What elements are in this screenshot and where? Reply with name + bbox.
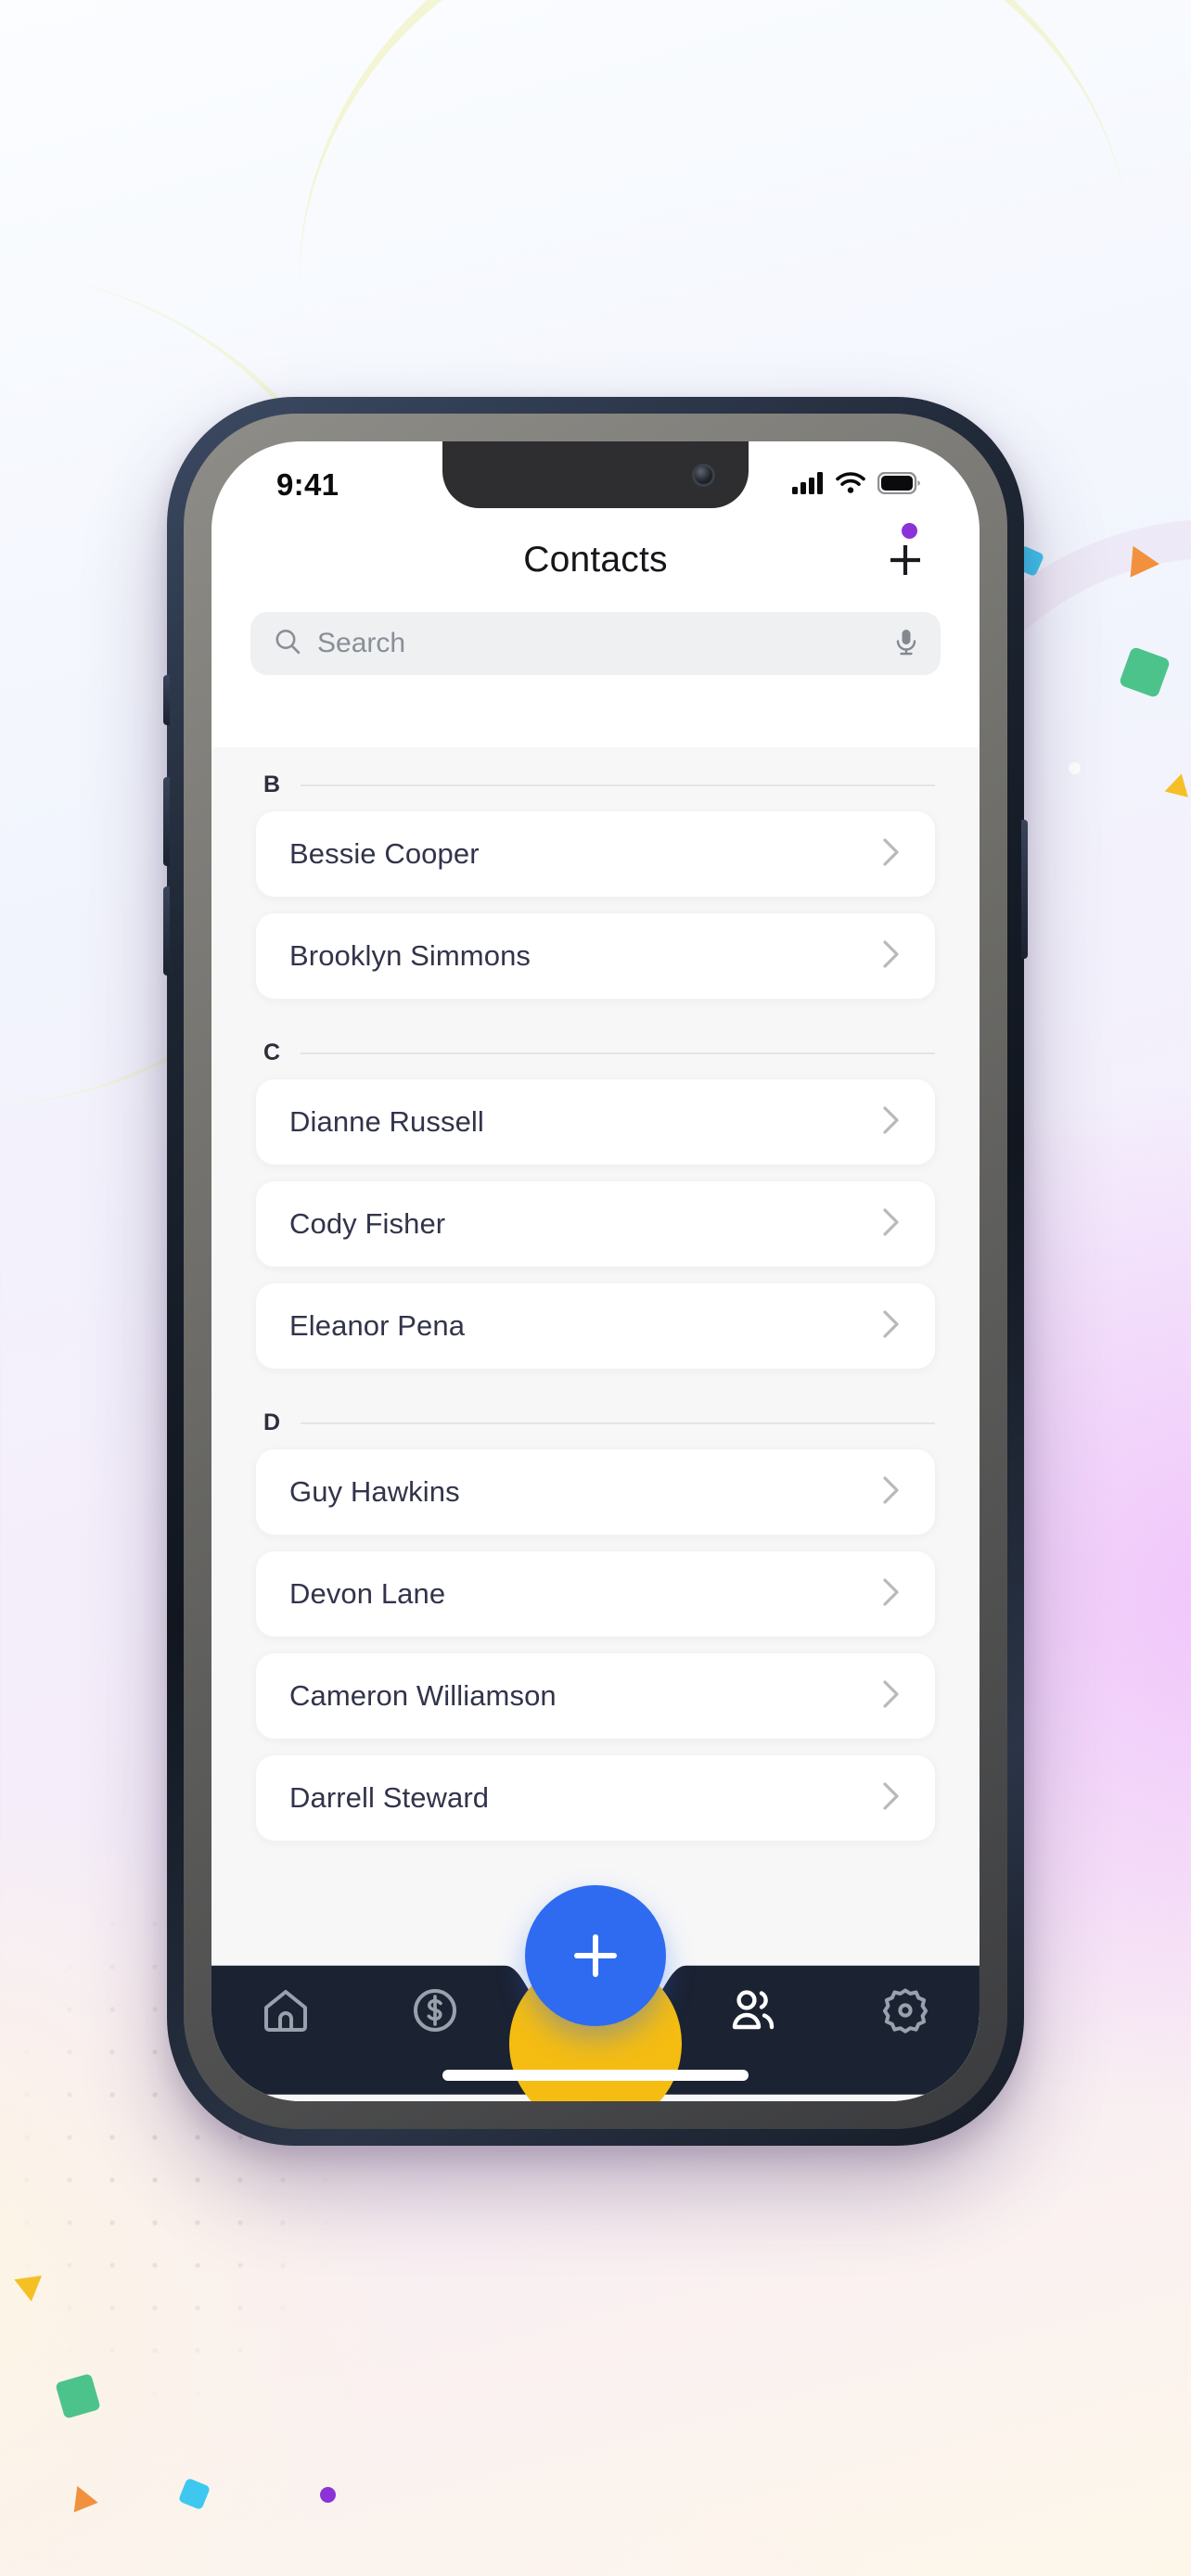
contact-name: Cameron Williamson [289,1679,557,1712]
chevron-right-icon[interactable] [879,937,903,976]
contact-row[interactable]: Cody Fisher [256,1181,935,1267]
chevron-right-icon[interactable] [879,1575,903,1613]
nav-item-contacts[interactable] [681,1983,830,2037]
section-header: B [211,747,980,811]
confetti-triangle-orange [1130,545,1161,580]
contact-row[interactable]: Dianne Russell [256,1079,935,1165]
section-divider [301,784,935,786]
confetti-square-green [1118,645,1172,699]
chevron-right-icon [883,1475,899,1504]
contact-row[interactable]: Guy Hawkins [256,1449,935,1535]
settings-gear-icon [882,1988,928,2034]
chevron-right-icon[interactable] [879,1103,903,1141]
phone-button-power[interactable] [1021,820,1028,959]
confetti-dot-white [1069,762,1081,774]
chevron-right-icon[interactable] [879,1677,903,1715]
search-input[interactable]: Search [250,612,941,675]
chevron-right-icon [883,1309,899,1338]
section-letter: D [263,1409,281,1435]
chevron-right-icon [883,939,899,968]
bottom-navigation [211,1885,980,2101]
section-header: D [211,1385,980,1449]
contact-name: Eleanor Pena [289,1309,466,1342]
add-contact-button[interactable] [879,523,931,586]
confetti-triangle-yellow-left [14,2276,45,2303]
wifi-icon [836,471,865,499]
phone-bezel: 9:41 Contacts Search B Bessie Cooper Bro… [184,414,1007,2129]
search-icon [273,627,302,661]
phone-screen: 9:41 Contacts Search B Bessie Cooper Bro… [211,441,980,2101]
confetti-dot-purple-header [902,523,917,539]
contact-name: Bessie Cooper [289,837,480,870]
microphone-icon[interactable] [892,627,920,661]
home-icon [264,1990,308,2032]
section-letter: B [263,772,281,797]
yellow-ribbon-top [260,0,1132,321]
contacts-icon [732,1990,775,2030]
contact-name: Darrell Steward [289,1781,490,1814]
search-section: Search [211,605,980,675]
chevron-right-icon[interactable] [879,1779,903,1817]
chevron-right-icon[interactable] [879,1307,903,1345]
nav-item-payments[interactable] [361,1983,510,2037]
section-divider [301,1422,935,1424]
confetti-dot-purple-bl [320,2487,336,2503]
plus-icon [574,1934,617,1977]
chevron-right-icon [883,1577,899,1606]
plus-icon [890,545,920,575]
fab-add-button[interactable] [525,1885,666,2026]
chevron-right-icon [883,1679,899,1708]
page-title: Contacts [523,540,668,580]
home-indicator [442,2070,749,2081]
confetti-triangle-orange-bl [65,2480,98,2513]
contact-row[interactable]: Eleanor Pena [256,1283,935,1369]
contact-row[interactable]: Cameron Williamson [256,1653,935,1739]
chevron-right-icon[interactable] [879,1473,903,1511]
section-letter: C [263,1039,281,1065]
app-header: Contacts [211,516,980,605]
confetti-square-green-bl [55,2373,101,2419]
phone-mockup: 9:41 Contacts Search B Bessie Cooper Bro… [163,397,1028,2146]
chevron-right-icon [883,837,899,866]
contact-row[interactable]: Bessie Cooper [256,811,935,897]
chevron-right-icon [883,1207,899,1236]
nav-item-home[interactable] [211,1983,361,2037]
contact-name: Cody Fisher [289,1207,446,1240]
search-placeholder: Search [317,628,406,658]
status-time: 9:41 [276,467,339,502]
front-camera-icon [692,464,715,487]
contact-name: Brooklyn Simmons [289,939,531,972]
chevron-right-icon [883,1781,899,1810]
notch [442,441,749,508]
phone-button-volume-up[interactable] [163,777,170,866]
phone-button-volume-down[interactable] [163,886,170,976]
status-icons [792,471,920,499]
contact-name: Dianne Russell [289,1105,484,1138]
contact-row[interactable]: Brooklyn Simmons [256,913,935,999]
section-header: C [211,1015,980,1079]
contact-name: Devon Lane [289,1577,446,1610]
confetti-triangle-yellow-right [1164,771,1191,797]
battery-icon [877,471,920,499]
chevron-right-icon [883,1105,899,1134]
nav-item-settings[interactable] [830,1983,980,2037]
cellular-signal-icon [792,471,824,499]
chevron-right-icon[interactable] [879,1205,903,1243]
contact-row[interactable]: Darrell Steward [256,1755,935,1841]
contact-row[interactable]: Devon Lane [256,1551,935,1637]
dollar-circle-icon [414,1989,457,2032]
section-divider [301,1052,935,1054]
confetti-square-blue-bl [177,2477,211,2511]
phone-button-mute[interactable] [163,675,170,725]
contact-name: Guy Hawkins [289,1475,460,1508]
chevron-right-icon[interactable] [879,835,903,874]
